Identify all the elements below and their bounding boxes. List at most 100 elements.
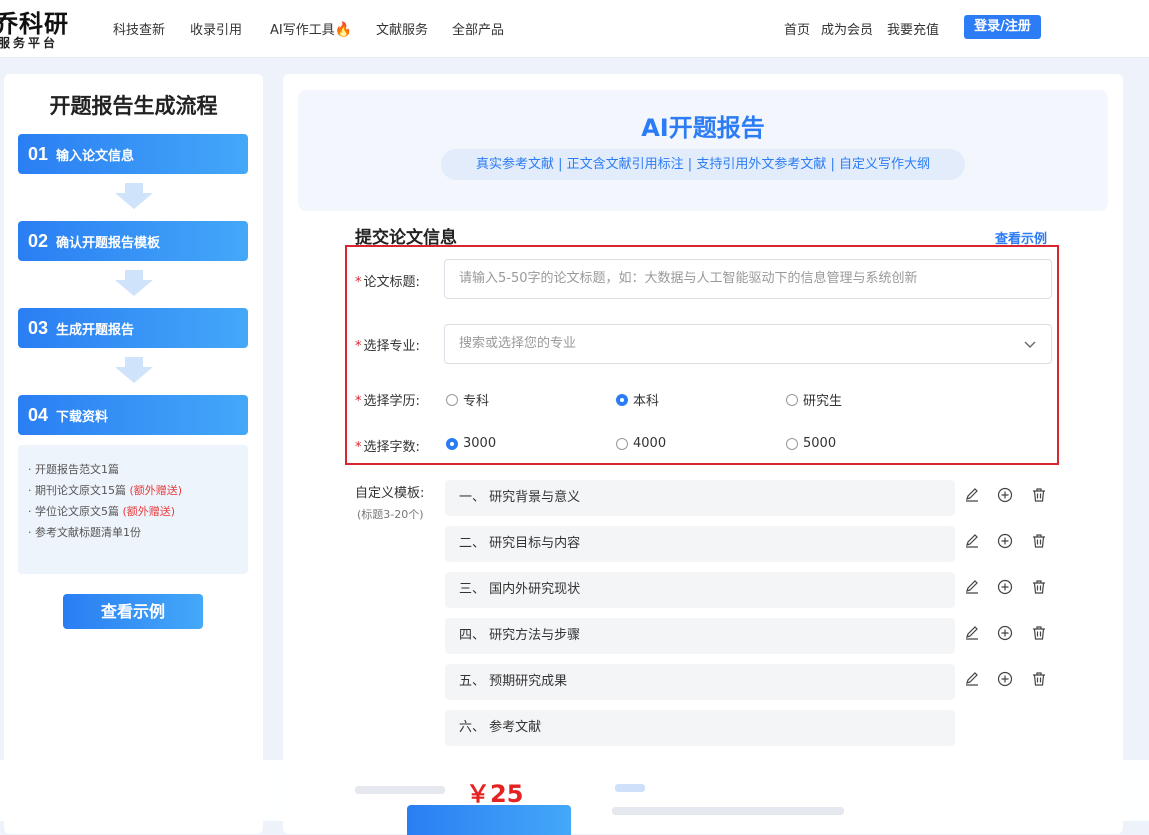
template-heading-3[interactable]: 三、 国内外研究现状 [445, 572, 955, 608]
degree-option-associate[interactable]: 专科 [446, 390, 489, 409]
paper-title-input[interactable]: 请输入5-50字的论文标题，如：大数据与人工智能驱动下的信息管理与系统创新 [444, 259, 1052, 299]
row-actions [964, 671, 1047, 691]
step-generate-report: 03 生成开题报告 [18, 308, 248, 348]
required-mark: * [355, 440, 362, 455]
step-number: 01 [28, 143, 49, 164]
nav-all-products[interactable]: 全部产品 [452, 19, 504, 38]
add-circle-icon[interactable] [997, 533, 1013, 549]
nav-membership[interactable]: 成为会员 [821, 19, 873, 38]
logo-subtitle: 服务平台 [0, 36, 59, 50]
edit-icon[interactable] [964, 625, 980, 641]
major-select[interactable]: 搜索或选择您的专业 [444, 324, 1052, 364]
template-heading-1[interactable]: 一、 研究背景与意义 [445, 480, 955, 516]
row-actions [964, 579, 1047, 599]
add-circle-icon[interactable] [997, 579, 1013, 595]
nav-citation[interactable]: 收录引用 [190, 19, 242, 38]
wordcount-option-4000[interactable]: 4000 [616, 436, 666, 451]
trash-icon[interactable] [1031, 487, 1047, 503]
hero-banner: AI开题报告 真实参考文献 | 正文含文献引用标注 | 支持引用外文参考文献 |… [298, 90, 1108, 211]
deliverables-box: · 开题报告范文1篇 · 期刊论文原文15篇 (额外赠送) · 学位论文原文5篇… [18, 445, 248, 574]
edit-icon[interactable] [964, 487, 980, 503]
nav-literature-service[interactable]: 文献服务 [376, 19, 428, 38]
nav-recharge[interactable]: 我要充值 [887, 19, 939, 38]
login-register-button[interactable]: 登录/注册 [964, 15, 1041, 39]
radio-label: 5000 [803, 436, 837, 451]
required-mark: * [355, 275, 362, 290]
template-heading-5[interactable]: 五、 预期研究成果 [445, 664, 955, 700]
bonus-tag: (额外赠送) [129, 484, 183, 497]
radio-unchecked-icon [786, 437, 798, 450]
blurred-text [612, 807, 844, 815]
edit-icon[interactable] [964, 533, 980, 549]
nav-sci-novelty[interactable]: 科技查新 [113, 19, 165, 38]
blurred-text [355, 786, 445, 794]
deliverable-item: · 期刊论文原文15篇 (额外赠送) [28, 480, 238, 501]
radio-unchecked-icon [446, 393, 458, 406]
trash-icon[interactable] [1031, 671, 1047, 687]
trash-icon[interactable] [1031, 533, 1047, 549]
step-label: 生成开题报告 [56, 322, 135, 338]
arrow-down-icon [115, 183, 153, 209]
submit-button[interactable] [407, 805, 571, 835]
template-heading-6[interactable]: 六、 参考文献 [445, 710, 955, 746]
step-label: 确认开题报告模板 [56, 235, 161, 251]
step-number: 04 [28, 404, 49, 425]
bonus-tag: (额外赠送) [122, 505, 176, 518]
price-label: ￥25 [466, 780, 524, 808]
add-circle-icon[interactable] [997, 487, 1013, 503]
blurred-text [615, 784, 645, 792]
degree-option-bachelor[interactable]: 本科 [616, 390, 659, 409]
view-example-button[interactable]: 查看示例 [63, 594, 203, 629]
top-navbar: 乔科研 服务平台 科技查新 收录引用 AI写作工具🔥 文献服务 全部产品 首页 … [0, 0, 1149, 58]
nav-ai-writing-label: AI写作工具 [270, 23, 335, 38]
title-field-label: * 论文标题: [355, 271, 420, 290]
row-actions [964, 487, 1047, 507]
wordcount-option-5000[interactable]: 5000 [786, 436, 836, 451]
chevron-down-icon [1024, 341, 1036, 348]
degree-option-graduate[interactable]: 研究生 [786, 390, 842, 409]
step-confirm-template: 02 确认开题报告模板 [18, 221, 248, 261]
row-actions [964, 625, 1047, 645]
trash-icon[interactable] [1031, 625, 1047, 641]
process-title: 开题报告生成流程 [49, 94, 218, 118]
step-label: 输入论文信息 [56, 148, 135, 164]
edit-icon[interactable] [964, 579, 980, 595]
deliverable-text: · 参考文献标题清单1份 [28, 526, 141, 539]
nav-home[interactable]: 首页 [784, 19, 810, 38]
trash-icon[interactable] [1031, 579, 1047, 595]
nav-ai-writing-tools[interactable]: AI写作工具🔥 [270, 19, 352, 38]
title-label-text: 论文标题: [363, 275, 420, 290]
feature-tags: 真实参考文献 | 正文含文献引用标注 | 支持引用外文参考文献 | 自定义写作大… [441, 149, 965, 180]
deliverable-text: · 期刊论文原文15篇 [28, 484, 126, 497]
page-title: AI开题报告 [641, 114, 765, 142]
template-label: 自定义模板: [355, 486, 425, 501]
arrow-down-icon [115, 270, 153, 296]
radio-label: 3000 [463, 436, 497, 451]
wordcount-field-label: * 选择字数: [355, 436, 420, 455]
paper-info-form: * 论文标题: 请输入5-50字的论文标题，如：大数据与人工智能驱动下的信息管理与… [345, 245, 1059, 465]
process-sidebar: 开题报告生成流程 01 输入论文信息 02 确认开题报告模板 03 生成开题报告… [4, 74, 263, 834]
fire-icon: 🔥 [334, 22, 353, 38]
add-circle-icon[interactable] [997, 625, 1013, 641]
radio-checked-icon [446, 437, 458, 450]
required-mark: * [355, 394, 362, 409]
degree-field-label: * 选择学历: [355, 390, 420, 409]
required-mark: * [355, 339, 362, 354]
radio-label: 专科 [463, 394, 490, 409]
template-heading-2[interactable]: 二、 研究目标与内容 [445, 526, 955, 562]
row-actions [964, 533, 1047, 553]
radio-label: 研究生 [803, 394, 843, 409]
major-placeholder: 搜索或选择您的专业 [459, 336, 577, 351]
deliverable-item: · 开题报告范文1篇 [28, 459, 238, 480]
radio-label: 本科 [633, 394, 660, 409]
edit-icon[interactable] [964, 671, 980, 687]
step-download: 04 下载资料 [18, 395, 248, 435]
wordcount-option-3000[interactable]: 3000 [446, 436, 496, 451]
arrow-down-icon [115, 357, 153, 383]
add-circle-icon[interactable] [997, 671, 1013, 687]
radio-unchecked-icon [616, 437, 628, 450]
step-number: 03 [28, 317, 49, 338]
deliverable-item: · 学位论文原文5篇 (额外赠送) [28, 501, 238, 522]
step-input-info: 01 输入论文信息 [18, 134, 248, 174]
template-heading-4[interactable]: 四、 研究方法与步骤 [445, 618, 955, 654]
